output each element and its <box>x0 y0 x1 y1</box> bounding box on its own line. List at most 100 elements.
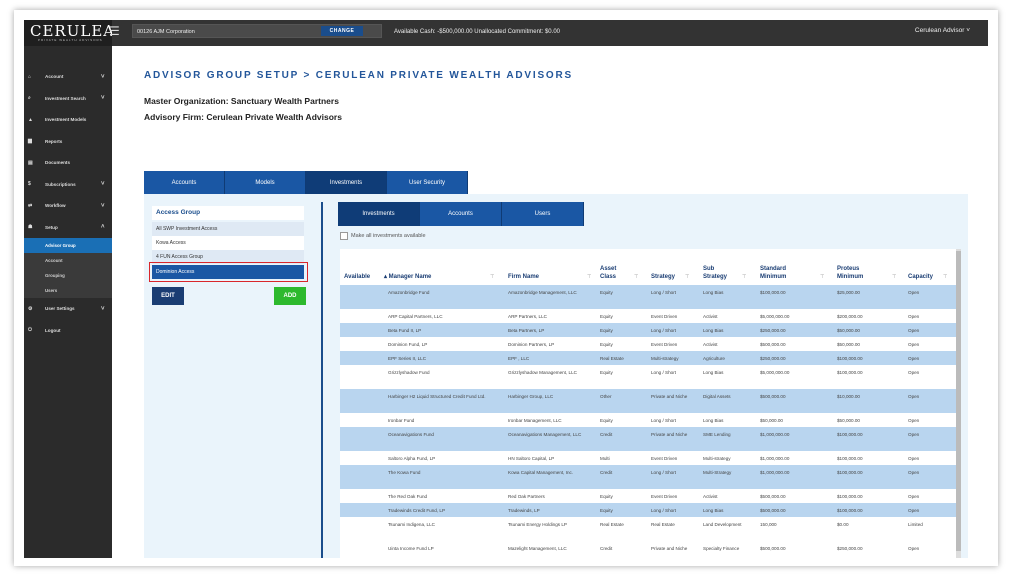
investments-panel: Access Group All SWP Investment Access K… <box>144 194 968 558</box>
tab-user-security[interactable]: User Security <box>387 171 468 194</box>
cell-strategy: Private and Niche <box>651 394 688 399</box>
sidebar-subitem-account[interactable]: Account <box>24 253 112 268</box>
col-strategy[interactable]: Strategy <box>651 273 675 281</box>
table-row[interactable]: Harbinger H2 Liquid Structured Credit Fu… <box>340 389 956 413</box>
filter-icon[interactable]: ⊤ <box>634 274 638 280</box>
col-standard-minimum[interactable]: Standard Minimum <box>760 265 806 281</box>
sidebar-item-workflow[interactable]: ⇄ Workflow ˅ <box>24 195 112 217</box>
organization-selector[interactable]: 00126 AJM Corporation CHANGE <box>132 24 382 38</box>
table-row[interactable]: The Kowa Fund Kowa Capital Management, In… <box>340 465 956 489</box>
add-button[interactable]: ADD <box>274 287 306 305</box>
table-scrollbar[interactable] <box>956 249 961 558</box>
cell-capacity: Open <box>908 394 920 399</box>
subtab-accounts[interactable]: Accounts <box>420 202 502 226</box>
user-menu[interactable]: Cerulean Advisor ˅ <box>915 20 970 42</box>
edit-button[interactable]: EDIT <box>152 287 184 305</box>
table-row[interactable]: Tradewinds Credit Fund, LP Tradewinds, LP… <box>340 503 956 517</box>
table-row[interactable]: Dominion Fund, LP Dominion Partners, LP Eq… <box>340 337 956 351</box>
make-all-label: Make all investments available <box>351 233 426 239</box>
col-manager-name[interactable]: ▴ Manager Name <box>384 273 431 281</box>
table-row[interactable]: EPF Series II, LLC EPF , LLC Real Estate Mu… <box>340 351 956 365</box>
filter-icon[interactable]: ⊤ <box>820 274 824 280</box>
sidebar-item-user-settings[interactable]: ⚙ User Settings ˅ <box>24 298 112 320</box>
cell-asset: Equity <box>600 418 613 423</box>
cell-std: $5,000,000.00 <box>760 370 790 375</box>
table-row[interactable]: Beta Fund II, LP Beta Partners, LP Equity L… <box>340 323 956 337</box>
cell-sub: Activist <box>703 342 718 347</box>
logo[interactable]: CERULEAN PRIVATE WEALTH ADVISORS <box>24 20 128 46</box>
cell-manager: Tsunami Indigena, LLC <box>388 522 435 527</box>
cell-manager: Uinta Income Fund LP <box>388 546 434 551</box>
master-organization: Master Organization: Sanctuary Wealth Pa… <box>144 96 339 106</box>
filter-icon[interactable]: ⊤ <box>685 274 689 280</box>
sidebar-item-investment-search[interactable]: ⌕ Investment Search ˅ <box>24 88 112 110</box>
col-capacity[interactable]: Capacity <box>908 273 933 281</box>
cell-sub: Long Bias <box>703 418 724 423</box>
tab-accounts[interactable]: Accounts <box>144 171 225 194</box>
tab-investments[interactable]: Investments <box>306 171 387 194</box>
sidebar-item-documents[interactable]: ▤ Documents <box>24 152 112 174</box>
filter-icon[interactable]: ⊤ <box>943 274 947 280</box>
cell-capacity: Open <box>908 494 920 499</box>
cell-capacity: Open <box>908 456 920 461</box>
change-button[interactable]: CHANGE <box>321 26 363 36</box>
sidebar-item-account[interactable]: ⌂ Account ˅ <box>24 66 112 88</box>
filter-icon[interactable]: ⊤ <box>490 274 494 280</box>
table-row[interactable]: The Red Oak Fund Red Oak Partners Equity Ev… <box>340 489 956 503</box>
subtab-investments[interactable]: Investments <box>338 202 420 226</box>
table-row[interactable]: Uinta Income Fund LP Mazelight Management… <box>340 541 956 558</box>
cell-firm: Amazonbridge Management, LLC <box>508 290 577 295</box>
table-row[interactable]: Amazonbridge Fund Amazonbridge Management… <box>340 285 956 309</box>
col-proteus-minimum[interactable]: Proteus Minimum <box>837 265 875 281</box>
table-row[interactable]: ARP Capital Partners, LLC ARP Partners, L… <box>340 309 956 323</box>
table-row[interactable]: Saltoro Alpha Fund, LP HN Saltoro Capital… <box>340 451 956 465</box>
sidebar-item-logout[interactable]: ⏻ Logout <box>24 320 112 342</box>
cell-capacity: Limited <box>908 522 923 527</box>
chevron-up-icon: ˄ <box>101 224 105 231</box>
cell-std: $250,000.00 <box>760 356 786 361</box>
filter-icon[interactable]: ⊤ <box>742 274 746 280</box>
sidebar-item-reports[interactable]: ▆ Reports <box>24 131 112 153</box>
col-asset-class[interactable]: Asset Class <box>600 265 626 281</box>
cell-std: $500,000.00 <box>760 394 786 399</box>
access-group-item[interactable]: Kowa Access <box>152 236 304 250</box>
cell-std: $500,000.00 <box>760 508 786 513</box>
sidebar-item-label: Subscriptions <box>45 181 76 187</box>
col-sub-strategy[interactable]: Sub Strategy <box>703 265 739 281</box>
cell-capacity: Open <box>908 432 920 437</box>
tab-models[interactable]: Models <box>225 171 306 194</box>
app-window: CERULEAN PRIVATE WEALTH ADVISORS ⌂ Accou… <box>24 20 988 558</box>
sidebar-subitem-users[interactable]: Users <box>24 283 112 298</box>
filter-icon[interactable]: ⊤ <box>892 274 896 280</box>
setup-icon: ☗ <box>28 224 33 231</box>
cell-strategy: Event Driven <box>651 494 678 499</box>
sidebar-item-setup[interactable]: ☗ Setup ˄ <box>24 217 112 239</box>
sidebar-item-investment-models[interactable]: ▲ Investment Models <box>24 109 112 131</box>
make-all-available[interactable]: Make all investments available <box>340 232 426 240</box>
sidebar-item-subscriptions[interactable]: $ Subscriptions ˅ <box>24 174 112 196</box>
subtab-users[interactable]: Users <box>502 202 584 226</box>
sidebar-subitem-grouping[interactable]: Grouping <box>24 268 112 283</box>
cell-manager: EPF Series II, LLC <box>388 356 427 361</box>
col-firm-name[interactable]: Firm Name <box>508 273 539 281</box>
col-available[interactable]: Available <box>344 273 370 281</box>
cell-asset: Real Estate <box>600 356 624 361</box>
panel-divider <box>321 202 323 558</box>
table-row[interactable]: Grizzlyshadow Fund Grizzlyshadow Manageme… <box>340 365 956 389</box>
filter-icon[interactable]: ⊤ <box>587 274 591 280</box>
table-row[interactable]: Tsunami Indigena, LLC Tsunami Energy Hold… <box>340 517 956 541</box>
sidebar-subitem-advisor-group[interactable]: Advisor Group <box>24 238 112 253</box>
cell-sub: Digital Assets <box>703 394 731 399</box>
sidebar-item-label: Workflow <box>45 203 66 209</box>
cell-manager: Harbinger H2 Liquid Structured Credit Fu… <box>388 394 486 399</box>
hamburger-menu-icon[interactable]: ☰ <box>109 24 120 38</box>
checkbox[interactable] <box>340 232 348 240</box>
access-group-item[interactable]: All SWP Investment Access <box>152 222 304 236</box>
cell-sub: Activist <box>703 494 718 499</box>
cell-firm: Beta Partners, LP <box>508 328 545 333</box>
table-row[interactable]: Ironbar Fund Ironbar Management, LLC Equit… <box>340 413 956 427</box>
table-row[interactable]: Oceanavigations Fund Oceanavigations Mana… <box>340 427 956 451</box>
advisory-firm: Advisory Firm: Cerulean Private Wealth A… <box>144 112 342 122</box>
scrollbar-thumb[interactable] <box>956 251 961 551</box>
cell-std: $5,000,000.00 <box>760 314 790 319</box>
